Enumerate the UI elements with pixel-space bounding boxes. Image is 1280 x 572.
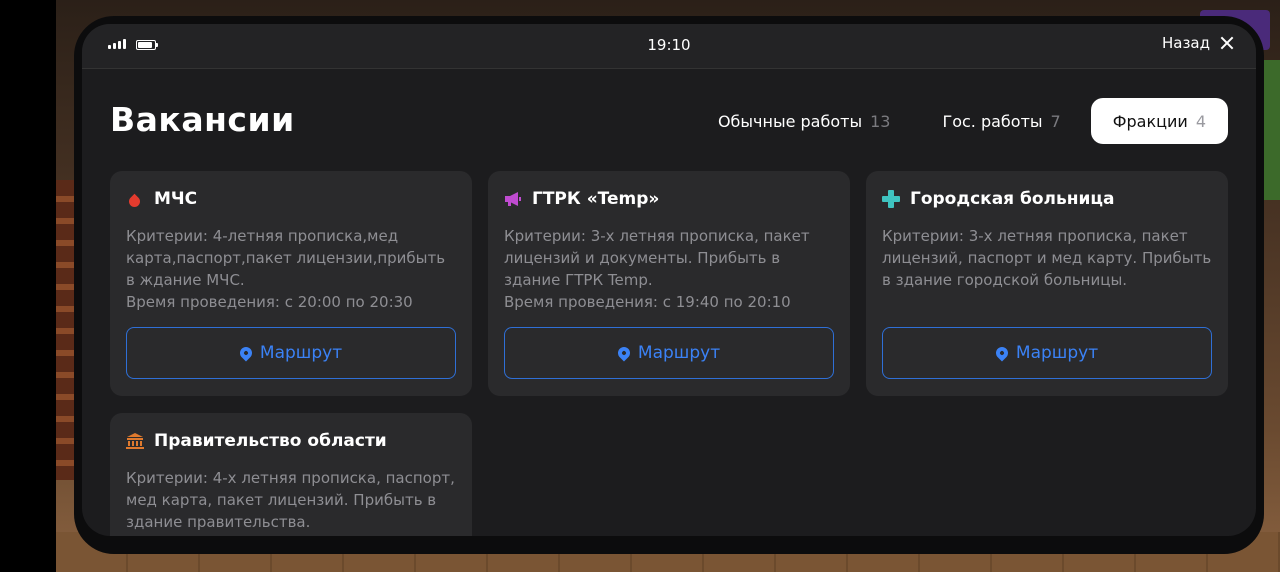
- status-bar: 19:10 Назад: [82, 24, 1256, 69]
- card-title: Правительство области: [154, 431, 387, 451]
- megaphone-icon: [505, 192, 521, 206]
- status-time: 19:10: [647, 36, 691, 54]
- card-criteria: Критерии: 4-летняя прописка,мед карта,па…: [126, 227, 446, 289]
- vacancy-card-hospital: Городская больница Критерии: 3-х летняя …: [866, 171, 1228, 396]
- tab-regular-jobs[interactable]: Обычные работы 13: [696, 98, 913, 144]
- card-criteria: Критерии: 4-х летняя прописка, паспорт, …: [126, 469, 455, 531]
- card-title: Городская больница: [910, 189, 1115, 209]
- card-criteria: Критерии: 3-х летняя прописка, пакет лиц…: [882, 227, 1212, 289]
- route-label: Маршрут: [259, 343, 343, 363]
- card-criteria: Критерии: 3-х летняя прописка, пакет лиц…: [504, 227, 810, 289]
- tab-label: Обычные работы: [717, 111, 863, 131]
- route-button[interactable]: Маршрут: [504, 327, 834, 379]
- tab-label: Гос. работы: [942, 111, 1043, 131]
- tab-count: 13: [870, 111, 891, 131]
- location-pin-icon: [993, 344, 1011, 362]
- page-title: Вакансии: [110, 100, 295, 139]
- fire-drop-icon: [126, 193, 143, 209]
- vacancy-card-mchs: МЧС Критерии: 4-летняя прописка,мед карт…: [110, 171, 472, 396]
- card-description: Критерии: 3-х летняя прописка, пакет лиц…: [504, 225, 836, 313]
- phone-screen: 19:10 Назад Вакансии Обычные работы 13 Г…: [82, 24, 1256, 536]
- tab-count: 7: [1050, 111, 1061, 131]
- card-time: Время проведения: с 19:40 по 20:10: [504, 293, 791, 311]
- location-pin-icon: [615, 344, 633, 362]
- card-description: Критерии: 4-летняя прописка,мед карта,па…: [126, 225, 458, 313]
- route-label: Маршрут: [637, 343, 721, 363]
- card-title: МЧС: [154, 189, 198, 209]
- tab-gov-jobs[interactable]: Гос. работы 7: [920, 98, 1082, 144]
- card-time: Время проведения: с 20:00 по 20:30: [126, 293, 413, 311]
- category-tabs: Обычные работы 13 Гос. работы 7 Фракции …: [696, 98, 1228, 144]
- tab-label: Фракции: [1112, 111, 1188, 131]
- back-button[interactable]: Назад: [1162, 34, 1234, 52]
- card-description: Критерии: 4-х летняя прописка, паспорт, …: [126, 467, 458, 533]
- back-label: Назад: [1161, 34, 1210, 52]
- vacancy-card-gtrk: ГТРК «Temp» Критерии: 3-х летняя прописк…: [488, 171, 850, 396]
- route-button[interactable]: Маршрут: [126, 327, 456, 379]
- route-label: Маршрут: [1015, 343, 1099, 363]
- medical-cross-icon: [882, 190, 900, 208]
- close-icon[interactable]: [1220, 36, 1234, 50]
- card-title: ГТРК «Temp»: [532, 189, 660, 209]
- vacancy-card-government: Правительство области Критерии: 4-х летн…: [110, 413, 472, 536]
- tab-count: 4: [1195, 111, 1206, 131]
- location-pin-icon: [237, 344, 255, 362]
- tab-factions[interactable]: Фракции 4: [1090, 98, 1228, 144]
- route-button[interactable]: Маршрут: [882, 327, 1212, 379]
- government-building-icon: [126, 433, 144, 449]
- card-description: Критерии: 3-х летняя прописка, пакет лиц…: [882, 225, 1214, 291]
